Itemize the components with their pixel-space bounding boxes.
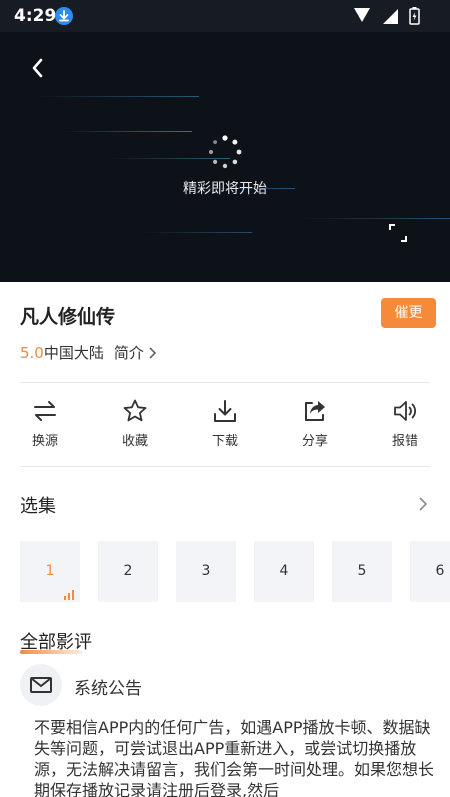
download-button[interactable]: 下载 [180,398,270,458]
playing-bars-icon [64,590,74,600]
region: 中国大陆 [43,344,104,362]
action-label: 收藏 [121,434,148,449]
episode-item[interactable]: 1 [20,541,80,602]
battery-icon [409,7,420,25]
chevron-right-icon[interactable] [416,494,430,514]
episode-item[interactable]: 3 [176,541,236,602]
action-bar: 换源 收藏 下载 分享 报错 [0,398,450,458]
rating: 5.0 [20,343,44,362]
share-icon [305,401,325,421]
switch-source-button[interactable]: 换源 [0,398,90,458]
episode-label: 3 [201,563,211,579]
episodes-title: 选集 [20,496,56,517]
episode-label: 4 [279,563,289,579]
chevron-right-icon[interactable] [147,346,157,360]
episode-item[interactable]: 5 [332,541,392,602]
video-player[interactable]: 精彩即将开始 [0,32,450,282]
report-error-button[interactable]: 报错 [360,398,450,458]
star-icon [123,399,147,422]
status-bar: 4:29 [0,0,450,32]
download-icon [214,400,236,422]
urge-update-button[interactable]: 催更 [381,298,436,328]
speaker-icon [394,401,417,421]
action-label: 下载 [211,434,238,449]
wifi-icon [383,9,398,24]
episode-label: 1 [45,563,55,579]
episode-item[interactable]: 4 [254,541,314,602]
divider [20,466,430,467]
notice-title: 系统公告 [74,679,142,699]
episode-label: 6 [435,563,445,579]
reviews-underline [20,650,82,654]
share-button[interactable]: 分享 [270,398,360,458]
show-title: 凡人修仙传 [20,306,116,328]
notice-avatar [20,664,62,706]
action-label: 换源 [31,434,58,449]
fullscreen-icon[interactable] [386,221,410,245]
episode-item[interactable]: 6 [410,541,450,602]
notice-text: 不要相信APP内的任何广告，如遇APP播放卡顿、数据缺失等问题，可尝试退出APP… [34,718,435,797]
decorative-streak [142,232,252,233]
episode-label: 5 [357,563,367,579]
loading-spinner-icon [209,135,242,169]
action-label: 报错 [391,434,418,449]
signal-icon [354,8,370,22]
mail-icon [30,677,52,693]
back-icon[interactable] [26,56,50,80]
divider [20,382,430,383]
loading-text: 精彩即将开始 [183,181,267,197]
decorative-streak [300,218,450,219]
decorative-streak [34,96,199,97]
episode-label: 2 [123,563,133,579]
intro-link[interactable]: 简介 [114,342,144,363]
swap-icon [34,401,56,421]
favorite-button[interactable]: 收藏 [90,398,180,458]
episode-item[interactable]: 2 [98,541,158,602]
show-meta: 5.0 中国大陆 简介 [20,342,157,363]
episode-list: 1 2 3 4 5 6 [20,541,450,602]
status-time: 4:29 [14,6,57,26]
download-notification-icon [55,7,73,25]
decorative-streak [62,131,192,132]
action-label: 分享 [301,434,328,449]
